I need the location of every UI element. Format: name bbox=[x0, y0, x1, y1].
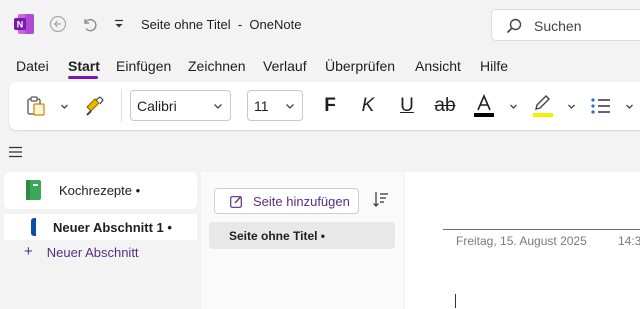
tab-ansicht[interactable]: Ansicht bbox=[415, 58, 461, 74]
back-arrow-icon[interactable] bbox=[47, 13, 69, 35]
plus-icon: + bbox=[24, 243, 33, 260]
search-label: Suchen bbox=[534, 18, 582, 34]
ribbon-separator bbox=[121, 89, 122, 123]
ribbon-toolbar: Calibri 11 F K U ab bbox=[9, 82, 640, 130]
format-painter-icon[interactable] bbox=[82, 94, 106, 118]
font-size-dropdown[interactable]: 11 bbox=[247, 90, 303, 121]
page-time: 14:3 bbox=[618, 234, 640, 248]
onenote-logo-icon[interactable]: N bbox=[13, 13, 35, 35]
bullet-list-dropdown-icon[interactable] bbox=[625, 102, 634, 111]
page-item[interactable]: Seite ohne Titel • bbox=[209, 222, 395, 249]
tab-einfuegen[interactable]: Einfügen bbox=[116, 58, 171, 74]
search-box[interactable]: Suchen bbox=[491, 9, 640, 41]
font-color-button[interactable] bbox=[471, 92, 497, 120]
bullet-list-icon[interactable] bbox=[589, 94, 613, 118]
page-title-underline bbox=[443, 229, 640, 230]
tab-verlauf[interactable]: Verlauf bbox=[263, 58, 307, 74]
font-name-value: Calibri bbox=[137, 98, 177, 114]
add-page-button[interactable]: Seite hinzufügen bbox=[214, 188, 359, 214]
svg-text:N: N bbox=[17, 20, 24, 30]
tab-datei[interactable]: Datei bbox=[16, 58, 49, 74]
add-section-label: Neuer Abschnitt bbox=[46, 245, 139, 260]
page-title-label: Seite ohne Titel • bbox=[229, 229, 325, 243]
tab-zeichnen[interactable]: Zeichnen bbox=[188, 58, 246, 74]
notebook-selector[interactable]: Kochrezepte • bbox=[4, 172, 197, 209]
font-color-dropdown-icon[interactable] bbox=[509, 102, 518, 111]
chevron-down-icon bbox=[214, 104, 222, 109]
font-size-value: 11 bbox=[254, 98, 269, 114]
search-icon bbox=[506, 18, 522, 34]
section-color-tab bbox=[31, 218, 36, 236]
tab-start[interactable]: Start bbox=[68, 58, 100, 74]
window-title: Seite ohne Titel - OneNote bbox=[141, 17, 302, 32]
italic-button[interactable]: K bbox=[357, 94, 379, 118]
notebook-icon bbox=[26, 180, 41, 200]
tab-ueberpruefen[interactable]: Überprüfen bbox=[325, 58, 395, 74]
page-canvas[interactable]: Freitag, 15. August 2025 14:3 bbox=[405, 172, 640, 309]
paste-dropdown-icon[interactable] bbox=[60, 102, 69, 111]
font-name-dropdown[interactable]: Calibri bbox=[130, 90, 231, 121]
sort-icon[interactable] bbox=[372, 191, 389, 208]
strikethrough-button[interactable]: ab bbox=[431, 94, 459, 118]
underline-button[interactable]: U bbox=[396, 94, 418, 118]
page-date: Freitag, 15. August 2025 bbox=[456, 234, 587, 248]
tab-hilfe[interactable]: Hilfe bbox=[480, 58, 508, 74]
highlight-button[interactable] bbox=[530, 92, 556, 120]
section-item[interactable]: Neuer Abschnitt 1 • bbox=[4, 214, 197, 240]
title-bar: N Seite ohne Titel - OneNote Suchen bbox=[0, 0, 640, 50]
add-page-label: Seite hinzufügen bbox=[253, 194, 350, 209]
navigation-menu-icon[interactable] bbox=[9, 146, 22, 158]
page-list-panel: Seite hinzufügen Seite ohne Titel • bbox=[201, 172, 404, 309]
notebook-name: Kochrezepte • bbox=[59, 183, 141, 198]
add-page-icon bbox=[230, 196, 242, 208]
undo-icon[interactable] bbox=[78, 13, 100, 35]
chevron-down-icon bbox=[286, 104, 294, 109]
active-tab-indicator bbox=[68, 76, 98, 79]
text-cursor bbox=[455, 294, 456, 308]
quick-access-dropdown-icon[interactable] bbox=[108, 13, 130, 35]
paste-icon[interactable] bbox=[23, 94, 49, 118]
section-name: Neuer Abschnitt 1 • bbox=[53, 220, 172, 235]
bold-button[interactable]: F bbox=[319, 94, 341, 118]
add-section-link[interactable]: + Neuer Abschnitt bbox=[24, 243, 139, 260]
highlight-dropdown-icon[interactable] bbox=[567, 102, 576, 111]
